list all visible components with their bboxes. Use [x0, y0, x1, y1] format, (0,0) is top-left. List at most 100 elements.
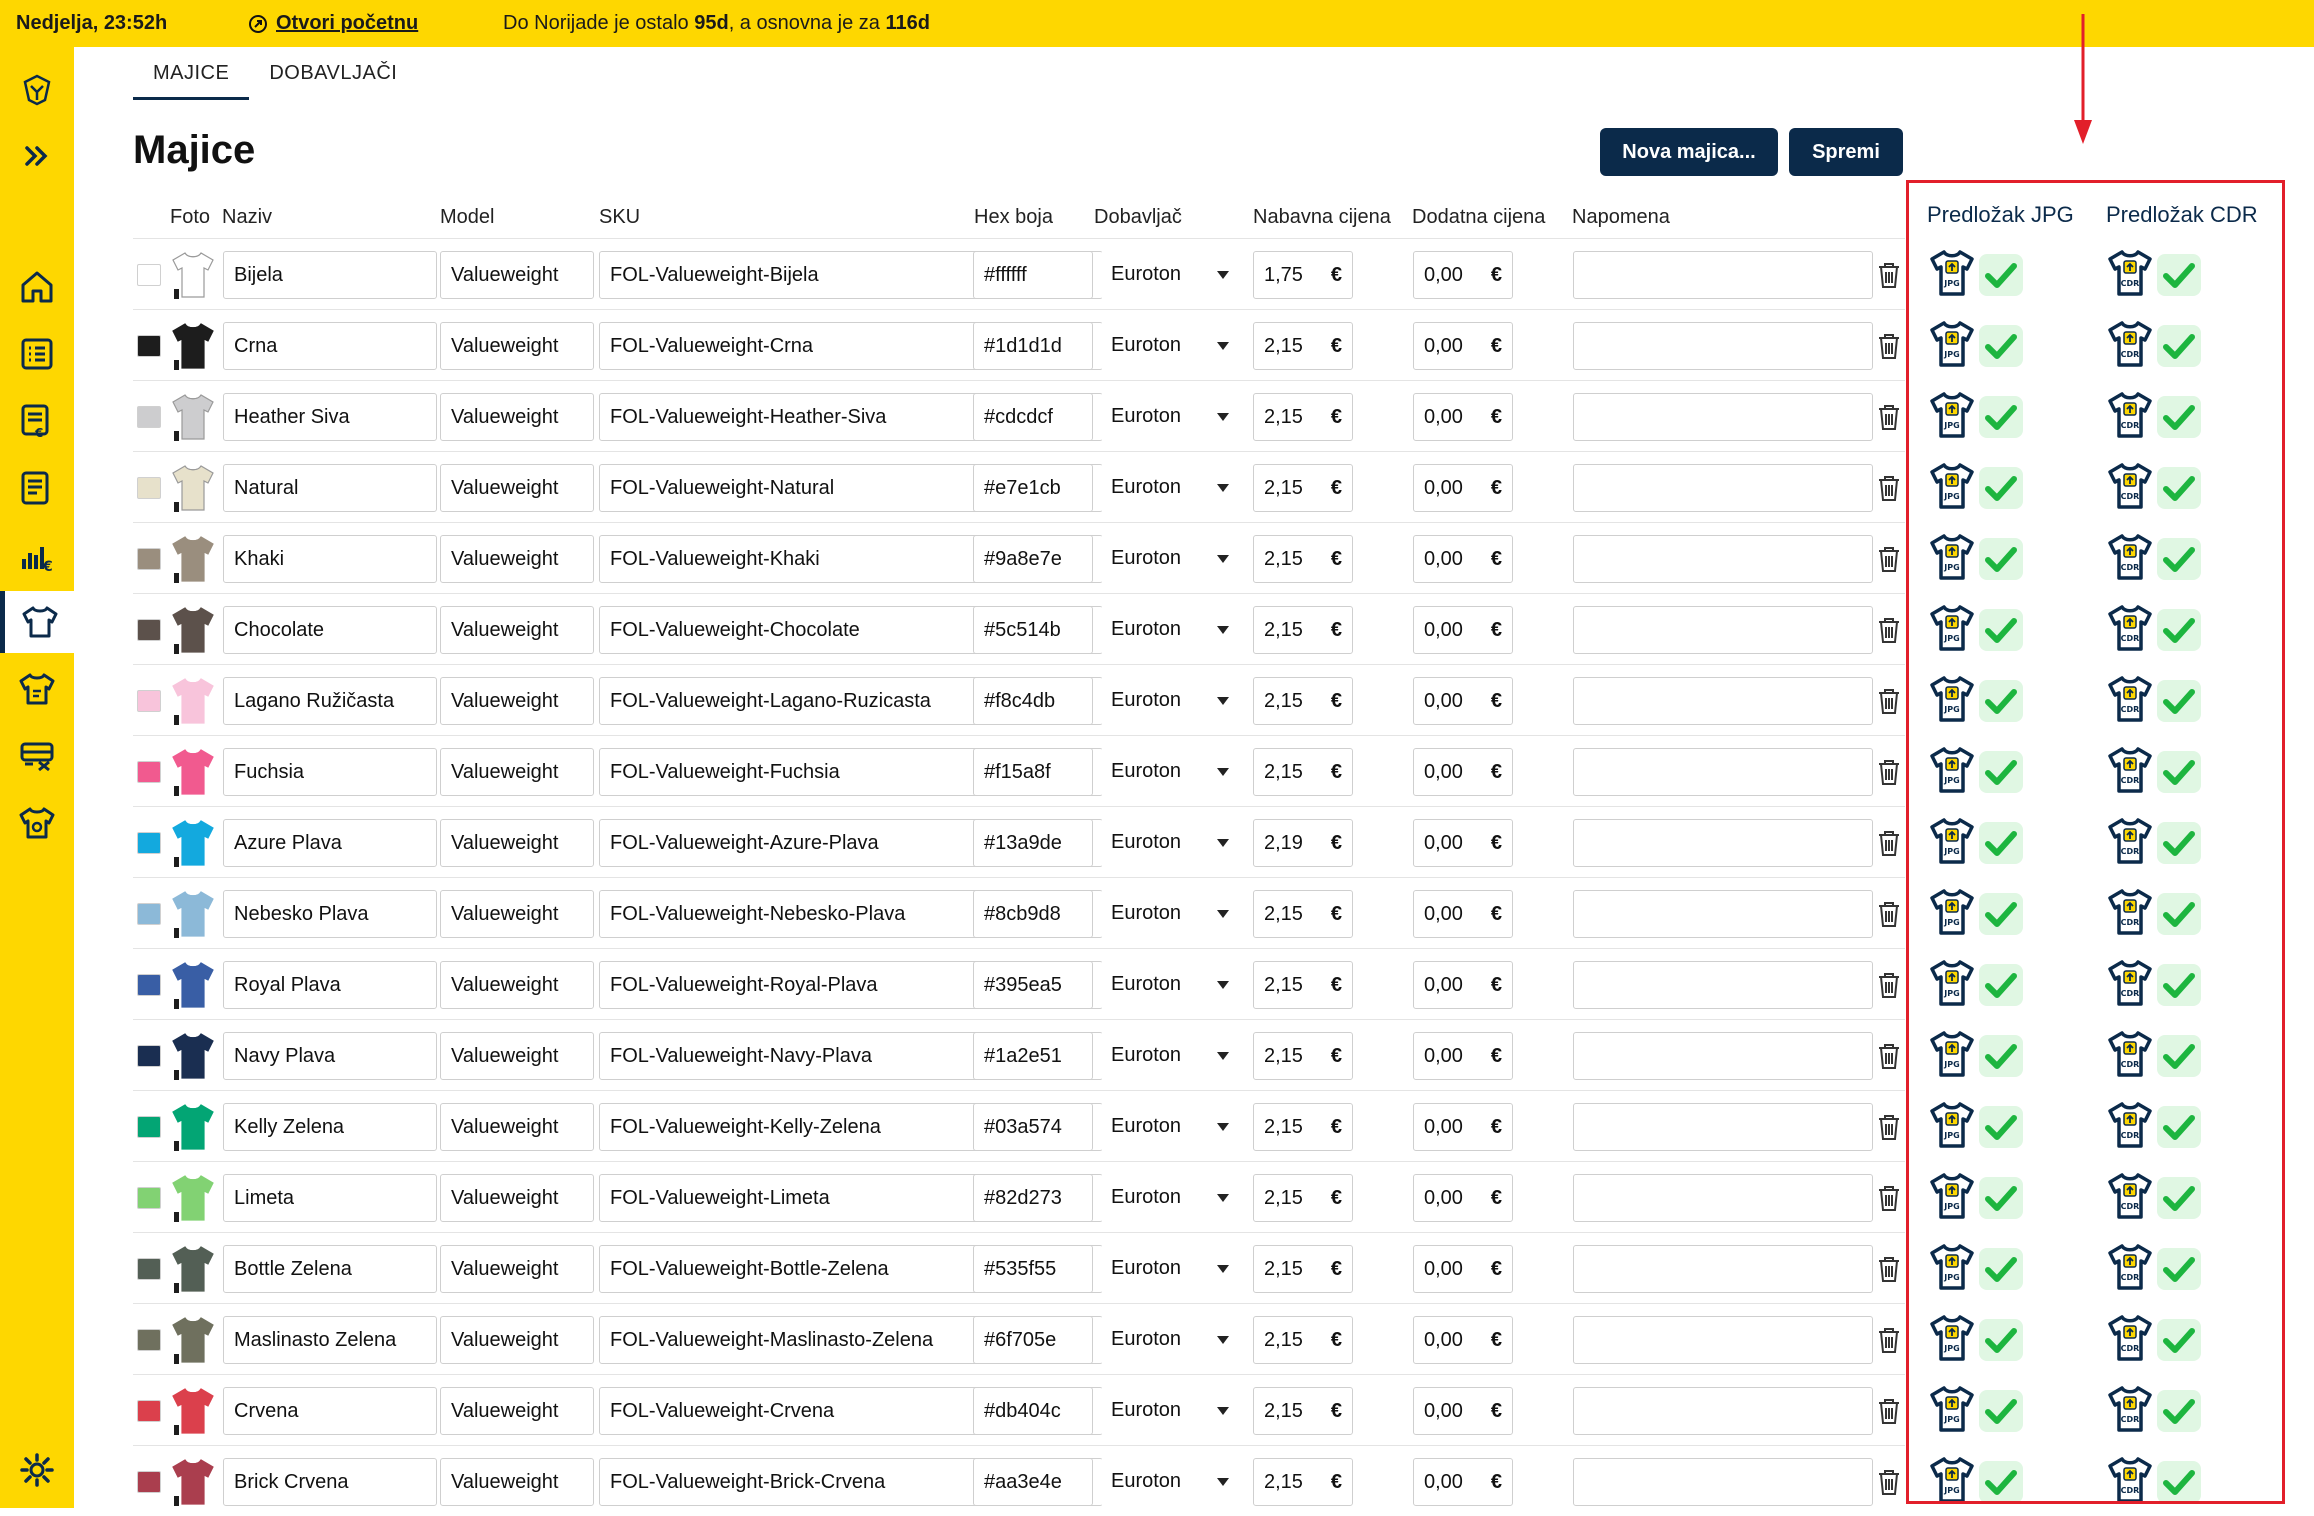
name-field[interactable]: Navy Plava [223, 1032, 437, 1080]
supplier-select[interactable]: Euroton [1101, 464, 1237, 512]
shirt-photo[interactable] [170, 533, 216, 585]
hex-field[interactable]: #5c514b [973, 606, 1093, 654]
hex-field[interactable]: #1d1d1d [973, 322, 1093, 370]
color-swatch[interactable] [137, 1329, 161, 1351]
color-swatch[interactable] [137, 832, 161, 854]
name-field[interactable]: Bijela [223, 251, 437, 299]
extra-price-field[interactable]: 0,00 € [1413, 1174, 1513, 1222]
settings-gear-icon[interactable] [0, 1439, 74, 1501]
model-field[interactable]: Valueweight [440, 748, 594, 796]
color-swatch[interactable] [137, 1400, 161, 1422]
tshirt-icon[interactable] [0, 591, 74, 653]
price-field[interactable]: 2,15 € [1253, 677, 1353, 725]
name-field[interactable]: Lagano Ružičasta [223, 677, 437, 725]
document-icon[interactable] [0, 457, 74, 519]
shirt-photo[interactable] [170, 1101, 216, 1153]
extra-price-field[interactable]: 0,00 € [1413, 606, 1513, 654]
trash-icon[interactable] [1875, 757, 1903, 787]
hex-field[interactable]: #db404c [973, 1387, 1093, 1435]
model-field[interactable]: Valueweight [440, 819, 594, 867]
supplier-select[interactable]: Euroton [1101, 1032, 1237, 1080]
name-field[interactable]: Khaki [223, 535, 437, 583]
sales-chart-icon[interactable]: € [0, 524, 74, 586]
name-field[interactable]: Maslinasto Zelena [223, 1316, 437, 1364]
note-field[interactable] [1573, 322, 1873, 370]
color-swatch[interactable] [137, 1045, 161, 1067]
color-swatch[interactable] [137, 761, 161, 783]
note-field[interactable] [1573, 1174, 1873, 1222]
extra-price-field[interactable]: 0,00 € [1413, 251, 1513, 299]
hex-field[interactable]: #13a9de [973, 819, 1093, 867]
price-field[interactable]: 1,75 € [1253, 251, 1353, 299]
extra-price-field[interactable]: 0,00 € [1413, 464, 1513, 512]
color-swatch[interactable] [137, 903, 161, 925]
color-swatch[interactable] [137, 1471, 161, 1493]
color-swatch[interactable] [137, 1187, 161, 1209]
list-icon[interactable] [0, 323, 74, 385]
supplier-select[interactable]: Euroton [1101, 677, 1237, 725]
note-field[interactable] [1573, 1458, 1873, 1506]
supplier-select[interactable]: Euroton [1101, 748, 1237, 796]
name-field[interactable]: Natural [223, 464, 437, 512]
name-field[interactable]: Brick Crvena [223, 1458, 437, 1506]
note-field[interactable] [1573, 748, 1873, 796]
model-field[interactable]: Valueweight [440, 606, 594, 654]
note-field[interactable] [1573, 819, 1873, 867]
trash-icon[interactable] [1875, 1254, 1903, 1284]
extra-price-field[interactable]: 0,00 € [1413, 1032, 1513, 1080]
price-field[interactable]: 2,15 € [1253, 961, 1353, 1009]
trash-icon[interactable] [1875, 1325, 1903, 1355]
hex-field[interactable]: #1a2e51 [973, 1032, 1093, 1080]
supplier-select[interactable]: Euroton [1101, 1103, 1237, 1151]
shirt-photo[interactable] [170, 888, 216, 940]
tshirt-edit-icon[interactable] [0, 658, 74, 720]
invoice-icon[interactable]: € [0, 390, 74, 452]
color-swatch[interactable] [137, 477, 161, 499]
extra-price-field[interactable]: 0,00 € [1413, 322, 1513, 370]
note-field[interactable] [1573, 1245, 1873, 1293]
shirt-photo[interactable] [170, 1172, 216, 1224]
shirt-photo[interactable] [170, 1030, 216, 1082]
trash-icon[interactable] [1875, 473, 1903, 503]
name-field[interactable]: Crna [223, 322, 437, 370]
name-field[interactable]: Nebesko Plava [223, 890, 437, 938]
trash-icon[interactable] [1875, 1112, 1903, 1142]
extra-price-field[interactable]: 0,00 € [1413, 393, 1513, 441]
shirt-photo[interactable] [170, 675, 216, 727]
trash-icon[interactable] [1875, 1041, 1903, 1071]
model-field[interactable]: Valueweight [440, 464, 594, 512]
delivery-icon[interactable] [0, 725, 74, 787]
shirt-photo[interactable] [170, 817, 216, 869]
model-field[interactable]: Valueweight [440, 961, 594, 1009]
price-field[interactable]: 2,15 € [1253, 464, 1353, 512]
color-swatch[interactable] [137, 974, 161, 996]
model-field[interactable]: Valueweight [440, 1245, 594, 1293]
extra-price-field[interactable]: 0,00 € [1413, 819, 1513, 867]
note-field[interactable] [1573, 677, 1873, 725]
extra-price-field[interactable]: 0,00 € [1413, 1245, 1513, 1293]
hex-field[interactable]: #6f705e [973, 1316, 1093, 1364]
hex-field[interactable]: #f15a8f [973, 748, 1093, 796]
model-field[interactable]: Valueweight [440, 677, 594, 725]
name-field[interactable]: Azure Plava [223, 819, 437, 867]
supplier-select[interactable]: Euroton [1101, 606, 1237, 654]
extra-price-field[interactable]: 0,00 € [1413, 961, 1513, 1009]
model-field[interactable]: Valueweight [440, 322, 594, 370]
trash-icon[interactable] [1875, 828, 1903, 858]
note-field[interactable] [1573, 606, 1873, 654]
supplier-select[interactable]: Euroton [1101, 322, 1237, 370]
model-field[interactable]: Valueweight [440, 251, 594, 299]
tab-dobavljaci[interactable]: DOBAVLJAČI [249, 52, 417, 100]
price-field[interactable]: 2,15 € [1253, 606, 1353, 654]
model-field[interactable]: Valueweight [440, 1032, 594, 1080]
note-field[interactable] [1573, 1387, 1873, 1435]
shirt-photo[interactable] [170, 462, 216, 514]
tshirt-settings-icon[interactable] [0, 792, 74, 854]
hex-field[interactable]: #535f55 [973, 1245, 1093, 1293]
color-swatch[interactable] [137, 264, 161, 286]
hex-field[interactable]: #cdcdcf [973, 393, 1093, 441]
price-field[interactable]: 2,15 € [1253, 1387, 1353, 1435]
new-shirt-button[interactable]: Nova majica... [1600, 128, 1778, 176]
extra-price-field[interactable]: 0,00 € [1413, 1458, 1513, 1506]
name-field[interactable]: Kelly Zelena [223, 1103, 437, 1151]
